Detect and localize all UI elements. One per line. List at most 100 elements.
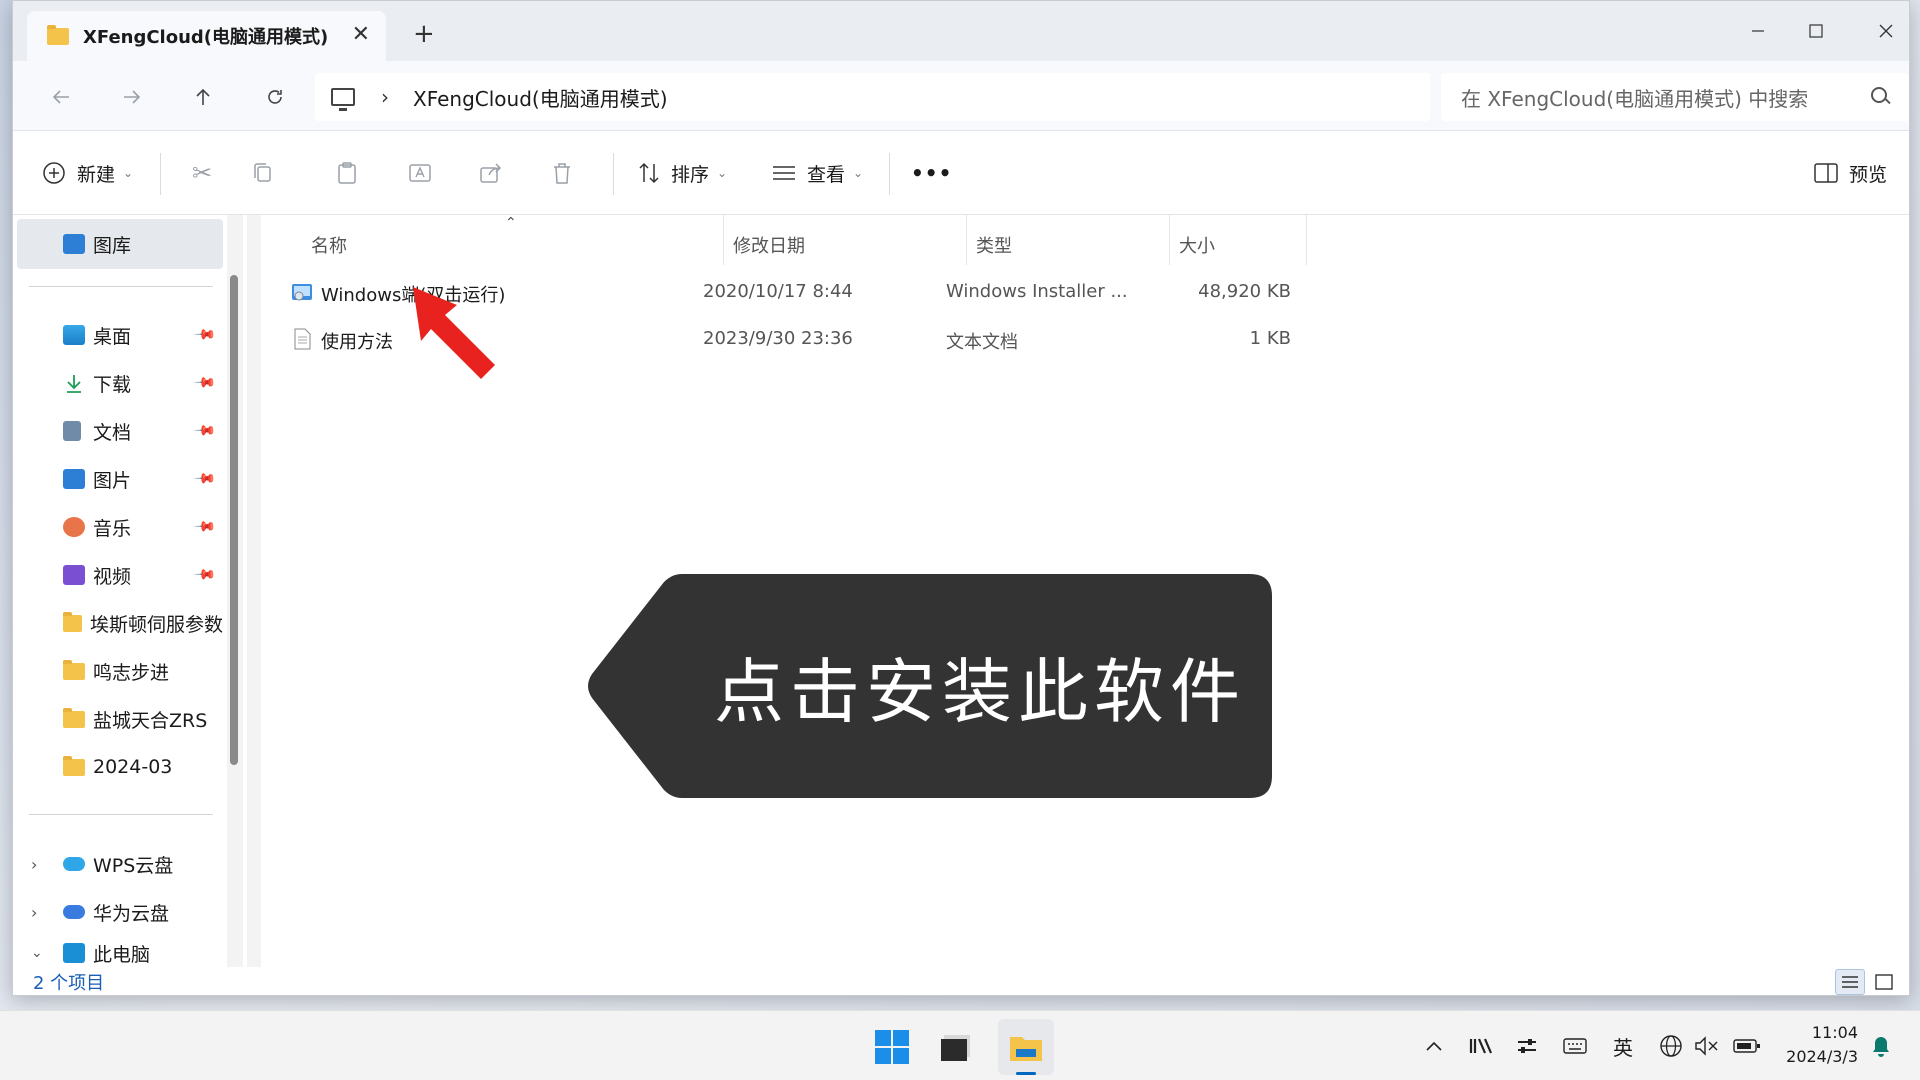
sidebar-scrollbar-thumb[interactable] (230, 275, 238, 765)
rename-button[interactable] (407, 151, 433, 195)
column-header-date[interactable]: 修改日期 (733, 225, 805, 265)
chevron-up-icon (1426, 1041, 1442, 1051)
minimize-button[interactable] (1728, 11, 1788, 51)
battery-icon[interactable] (1730, 1033, 1764, 1059)
sidebar-item-desktop[interactable]: 桌面 📌 (13, 313, 223, 357)
chevron-right-icon[interactable]: › (381, 85, 389, 109)
sidebar-item-folder[interactable]: 鸣志步进 (13, 649, 223, 693)
sliders-icon (1518, 1039, 1536, 1053)
column-divider[interactable] (723, 215, 724, 265)
back-button[interactable] (41, 77, 81, 117)
tab-close-icon[interactable]: ✕ (352, 23, 370, 47)
start-button[interactable] (864, 1019, 920, 1075)
clock-time: 11:04 (1811, 1023, 1858, 1042)
ime-language[interactable]: 英 (1608, 1033, 1638, 1060)
maximize-button[interactable] (1786, 11, 1846, 51)
network-icon[interactable] (1656, 1033, 1686, 1059)
system-clock[interactable]: 11:04 2024/3/3 (1780, 1021, 1858, 1069)
sidebar-item-huawei-cloud[interactable]: › 华为云盘 (13, 890, 223, 934)
details-view-icon (1842, 976, 1858, 988)
forward-button[interactable] (112, 77, 152, 117)
sidebar-item-this-pc[interactable]: ⌄ 此电脑 (13, 938, 223, 968)
sidebar-item-documents[interactable]: 文档 📌 (13, 409, 223, 453)
sidebar-item-label: 桌面 (93, 325, 132, 348)
column-header-name[interactable]: 名称 (311, 225, 347, 265)
sidebar-item-folder[interactable]: 埃斯顿伺服参数 (13, 601, 223, 645)
pictures-icon (63, 469, 85, 489)
minimize-icon (1752, 30, 1764, 32)
chevron-right-icon[interactable]: › (31, 903, 37, 922)
sidebar-item-videos[interactable]: 视频 📌 (13, 553, 223, 597)
new-button[interactable]: 新建 ⌄ (41, 151, 133, 195)
chevron-down-icon[interactable]: ⌄ (31, 945, 43, 961)
search-placeholder: 在 XFengCloud(电脑通用模式) 中搜索 (1461, 86, 1809, 111)
sidebar-item-folder[interactable]: 盐城天合ZRS (13, 697, 223, 741)
taskbar-app-terminal[interactable] (928, 1019, 984, 1075)
taskbar-app-file-explorer[interactable] (998, 1019, 1054, 1075)
active-app-indicator (1016, 1072, 1036, 1075)
trash-icon (554, 163, 570, 184)
explorer-tab[interactable]: XFengCloud(电脑通用模式) ✕ (27, 11, 386, 61)
column-divider[interactable] (966, 215, 967, 265)
new-tab-button[interactable]: + (413, 21, 435, 47)
sidebar-item-music[interactable]: 音乐 📌 (13, 505, 223, 549)
column-header-size[interactable]: 大小 (1179, 225, 1215, 265)
folder-icon (63, 659, 85, 680)
up-button[interactable] (183, 77, 223, 117)
sidebar-item-label: 图库 (93, 234, 132, 257)
show-hidden-icons-button[interactable] (1420, 1033, 1448, 1059)
search-input[interactable]: 在 XFengCloud(电脑通用模式) 中搜索 (1441, 73, 1909, 121)
tray-app-icon[interactable] (1466, 1033, 1496, 1059)
sidebar-item-gallery[interactable]: 图库 (17, 219, 223, 269)
column-divider[interactable] (1169, 215, 1170, 265)
plus-circle-icon (43, 162, 65, 184)
chevron-right-icon[interactable]: › (31, 855, 37, 874)
paste-button[interactable] (335, 151, 359, 195)
sidebar-divider (29, 814, 213, 815)
column-header-type[interactable]: 类型 (976, 225, 1012, 265)
desktop-icon (63, 325, 85, 345)
refresh-button[interactable] (255, 77, 295, 117)
sidebar-item-pictures[interactable]: 图片 📌 (13, 457, 223, 501)
address-bar[interactable]: › XFengCloud(电脑通用模式) (315, 73, 1430, 121)
share-button[interactable] (478, 151, 504, 195)
cut-button[interactable]: ✂ (180, 151, 224, 195)
sidebar-item-label: 华为云盘 (93, 902, 170, 925)
copy-button[interactable] (251, 151, 275, 195)
more-options-button[interactable]: ••• (911, 151, 952, 195)
copy-icon (254, 163, 271, 182)
view-button[interactable]: 查看 ⌄ (771, 151, 863, 195)
speaker-mute-icon (1695, 1036, 1718, 1056)
keyboard-icon[interactable] (1560, 1033, 1590, 1059)
folder-icon (63, 707, 85, 728)
sidebar-item-wps-cloud[interactable]: › WPS云盘 (13, 842, 223, 886)
pane-divider[interactable] (247, 215, 261, 967)
sort-button[interactable]: 排序 ⌄ (637, 151, 727, 195)
volume-muted-icon[interactable] (1692, 1033, 1722, 1059)
notification-bell-icon[interactable] (1866, 1033, 1896, 1059)
delete-button[interactable] (550, 151, 574, 195)
column-divider[interactable] (1306, 215, 1307, 265)
battery-glyph-icon (1733, 1039, 1760, 1053)
this-pc-icon (331, 88, 355, 111)
pin-icon: 📌 (192, 563, 217, 587)
close-button[interactable] (1856, 11, 1909, 51)
globe-icon (1660, 1035, 1682, 1057)
sidebar-item-folder[interactable]: 2024-03 (13, 745, 223, 789)
sidebar-item-label: 文档 (93, 421, 132, 444)
clipboard-icon (338, 162, 356, 184)
tiles-view-button[interactable] (1869, 969, 1899, 995)
tray-settings-icon[interactable] (1512, 1033, 1542, 1059)
preview-button[interactable]: 预览 (1813, 151, 1887, 195)
details-view-button[interactable] (1835, 969, 1865, 995)
keyboard-icon-glyph (1563, 1038, 1587, 1054)
file-size: 48,920 KB (1198, 281, 1291, 302)
video-icon (63, 565, 85, 585)
preview-pane-icon (1814, 163, 1838, 183)
arrow-right-icon (124, 90, 141, 104)
file-explorer-window: XFengCloud(电脑通用模式) ✕ + › XFengCloud(电脑通用… (12, 0, 1910, 996)
sidebar-item-downloads[interactable]: 下载 📌 (13, 361, 223, 405)
file-name[interactable]: 使用方法 (321, 328, 393, 354)
breadcrumb[interactable]: XFengCloud(电脑通用模式) (413, 83, 668, 112)
red-arrow-annotation (413, 287, 495, 379)
